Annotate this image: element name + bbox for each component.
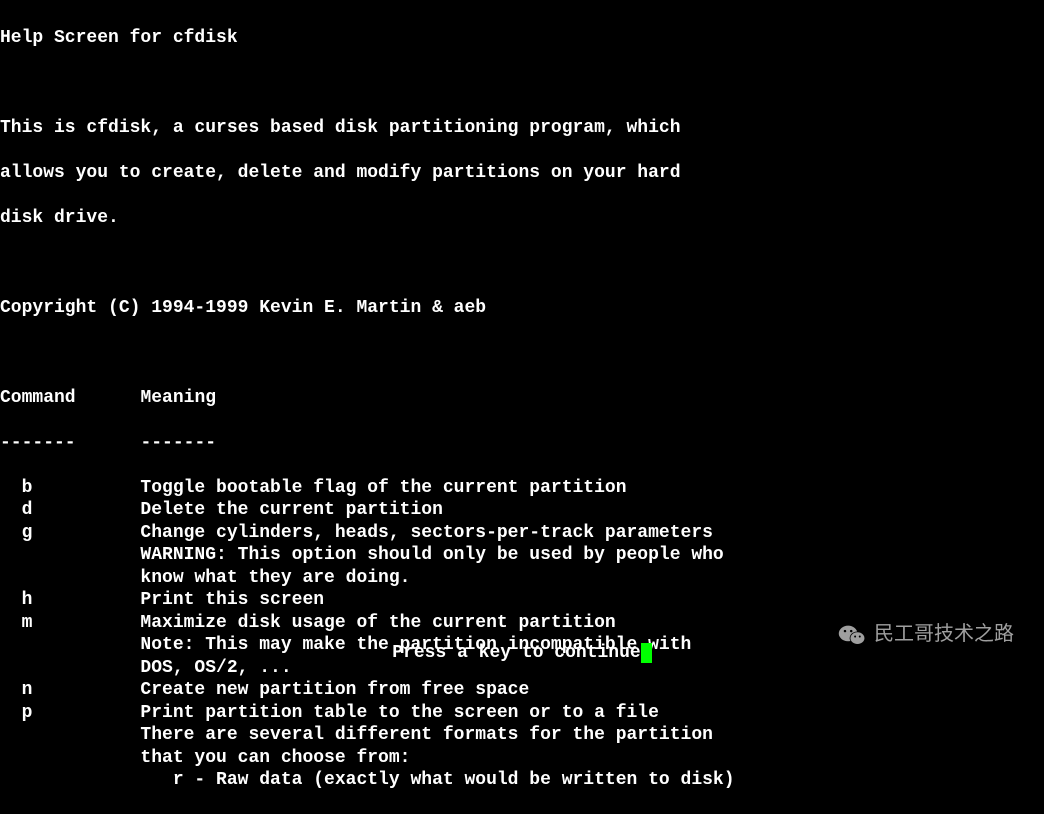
table-header: Command Meaning [0, 387, 1044, 410]
command-row: d Delete the current partition [0, 499, 1044, 522]
copyright-line: Copyright (C) 1994-1999 Kevin E. Martin … [0, 297, 1044, 320]
intro-line: This is cfdisk, a curses based disk part… [0, 117, 1044, 140]
command-row: n Create new partition from free space [0, 679, 1044, 702]
watermark: 民工哥技术之路 [838, 622, 1014, 647]
table-header-sep: ------- ------- [0, 432, 1044, 455]
command-row: g Change cylinders, heads, sectors-per-t… [0, 522, 1044, 545]
intro-line: disk drive. [0, 207, 1044, 230]
page-title: Help Screen for cfdisk [0, 27, 1044, 50]
command-row: b Toggle bootable flag of the current pa… [0, 477, 1044, 500]
watermark-text: 民工哥技术之路 [874, 622, 1014, 647]
command-continuation: There are several different formats for … [0, 724, 1044, 747]
command-row: p Print partition table to the screen or… [0, 702, 1044, 725]
blank-line [0, 252, 1044, 275]
command-continuation: r - Raw data (exactly what would be writ… [0, 769, 1044, 792]
command-continuation: WARNING: This option should only be used… [0, 544, 1044, 567]
cursor-icon [641, 643, 652, 663]
intro-line: allows you to create, delete and modify … [0, 162, 1044, 185]
command-row: h Print this screen [0, 589, 1044, 612]
command-continuation: know what they are doing. [0, 567, 1044, 590]
help-screen: Help Screen for cfdisk This is cfdisk, a… [0, 4, 1044, 814]
command-continuation: that you can choose from: [0, 747, 1044, 770]
blank-line [0, 72, 1044, 95]
blank-line [0, 342, 1044, 365]
wechat-icon [838, 623, 866, 647]
